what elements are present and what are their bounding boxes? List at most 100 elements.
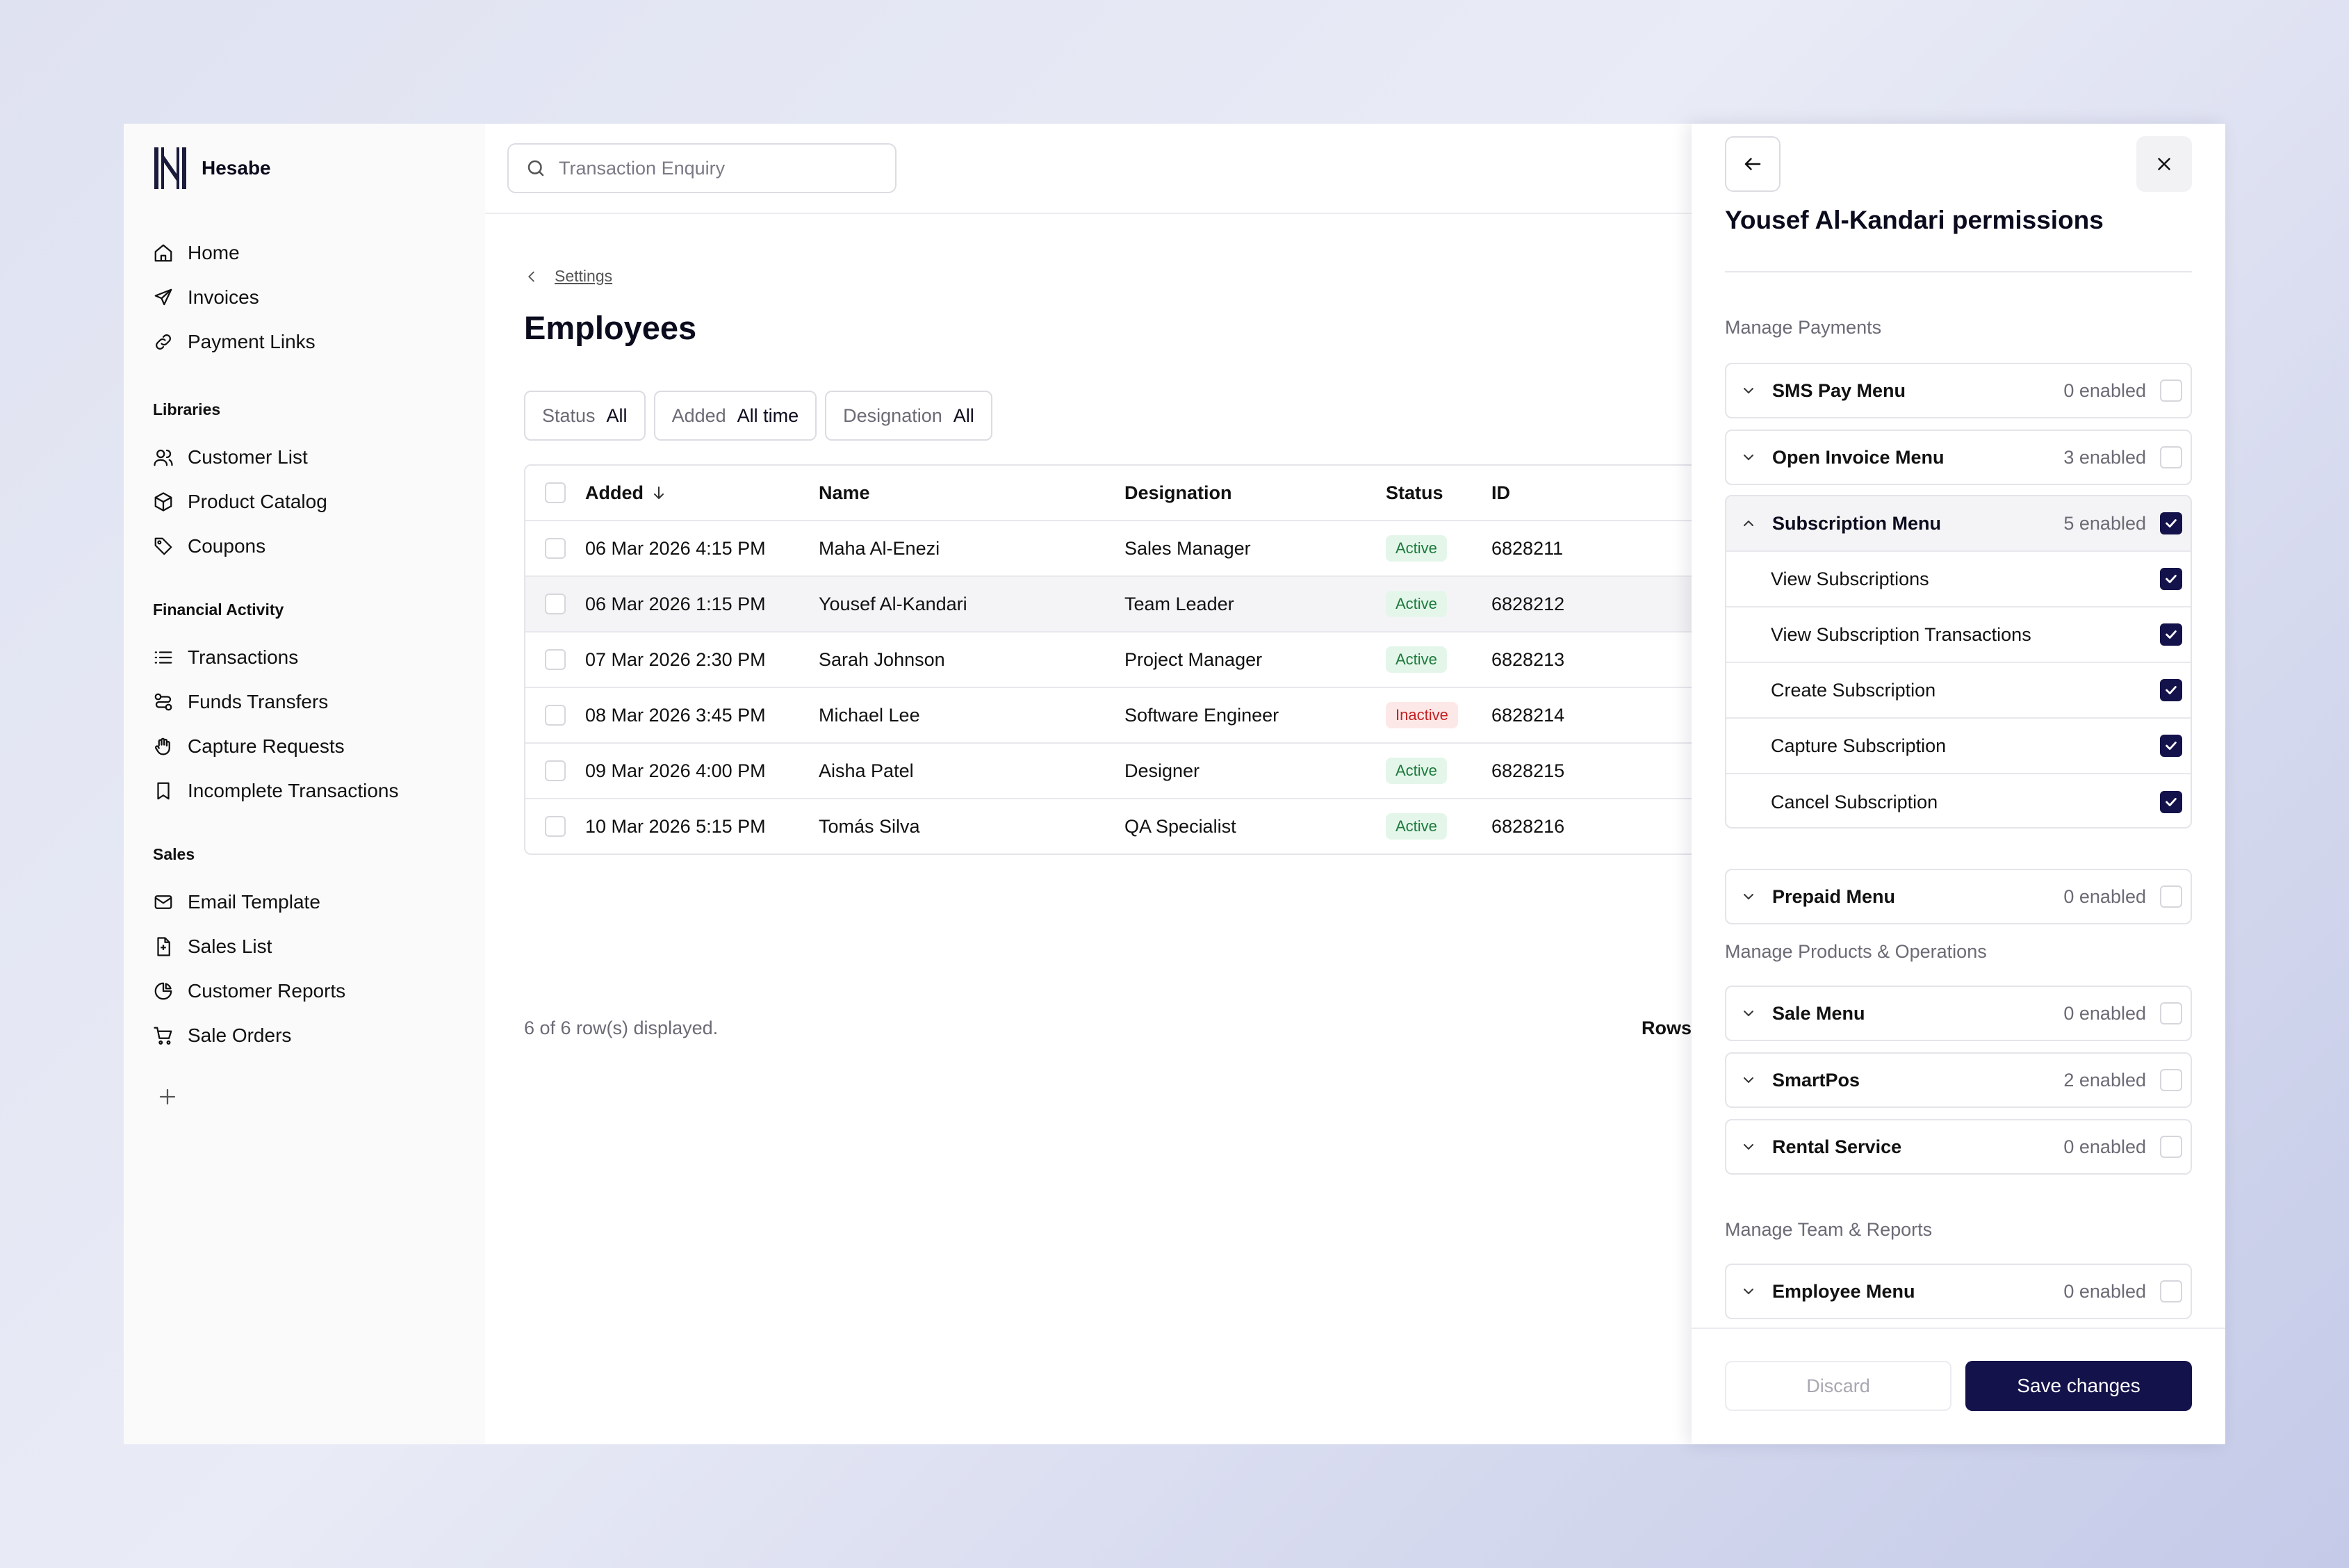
- permission-checkbox[interactable]: [2160, 379, 2182, 402]
- permission-sale-menu[interactable]: Sale Menu 0 enabled: [1725, 986, 2192, 1041]
- table-row[interactable]: 06 Mar 2026 4:15 PM Maha Al-Enezi Sales …: [525, 520, 1843, 575]
- search-input[interactable]: [559, 157, 878, 179]
- chevron-left-icon[interactable]: [524, 269, 539, 284]
- brand[interactable]: Hesabe: [153, 146, 271, 190]
- send-icon: [154, 288, 172, 306]
- breadcrumb-settings-link[interactable]: Settings: [555, 267, 612, 286]
- permission-count: 5 enabled: [2063, 512, 2146, 534]
- filter-designation[interactable]: Designation All: [825, 391, 992, 441]
- save-changes-button[interactable]: Save changes: [1965, 1361, 2192, 1411]
- status-badge: Active: [1386, 646, 1447, 673]
- row-checkbox[interactable]: [545, 705, 566, 726]
- nav-item-payment-links[interactable]: Payment Links: [153, 320, 316, 364]
- add-icon[interactable]: [157, 1086, 178, 1107]
- permission-prepaid-menu[interactable]: Prepaid Menu 0 enabled: [1725, 869, 2192, 924]
- nav-item-product-catalog[interactable]: Product Catalog: [153, 480, 327, 524]
- row-checkbox[interactable]: [545, 760, 566, 781]
- sub-permission-name: Create Subscription: [1771, 679, 1936, 701]
- close-icon: [2158, 158, 2170, 170]
- nav-item-customer-list[interactable]: Customer List: [153, 435, 327, 480]
- column-header-designation[interactable]: Designation: [1124, 482, 1386, 504]
- table-row[interactable]: 08 Mar 2026 3:45 PM Michael Lee Software…: [525, 687, 1843, 742]
- cart-icon: [154, 1027, 172, 1045]
- permission-rental-service[interactable]: Rental Service 0 enabled: [1725, 1119, 2192, 1175]
- filter-label: Designation: [843, 405, 942, 426]
- nav-item-email-template[interactable]: Email Template: [153, 880, 345, 924]
- sub-permission-checkbox[interactable]: [2160, 679, 2182, 701]
- column-header-name[interactable]: Name: [819, 482, 1124, 504]
- column-header-status[interactable]: Status: [1386, 482, 1491, 504]
- sub-permission-checkbox[interactable]: [2160, 791, 2182, 813]
- cell-id: 6828214: [1491, 704, 1565, 726]
- nav-item-home[interactable]: Home: [153, 231, 316, 275]
- permission-count: 3 enabled: [2063, 446, 2146, 468]
- column-header-id[interactable]: ID: [1491, 482, 1700, 504]
- sub-permission-checkbox[interactable]: [2160, 568, 2182, 590]
- nav-item-coupons[interactable]: Coupons: [153, 524, 327, 569]
- permission-checkbox[interactable]: [2160, 1069, 2182, 1091]
- permission-checkbox[interactable]: [2160, 512, 2182, 534]
- permission-name: Open Invoice Menu: [1772, 446, 1945, 468]
- row-checkbox[interactable]: [545, 594, 566, 614]
- sub-permission-name: Capture Subscription: [1771, 735, 1947, 756]
- select-all-checkbox[interactable]: [545, 482, 566, 503]
- column-header-added[interactable]: Added: [585, 482, 819, 504]
- permission-checkbox[interactable]: [2160, 1002, 2182, 1024]
- chevron-down-icon: [1744, 388, 1753, 394]
- sub-permission-item[interactable]: Create Subscription: [1726, 663, 2191, 719]
- table-row[interactable]: 09 Mar 2026 4:00 PM Aisha Patel Designer…: [525, 742, 1843, 798]
- sub-permission-checkbox[interactable]: [2160, 623, 2182, 646]
- sub-permission-checkbox[interactable]: [2160, 735, 2182, 757]
- permission-checkbox[interactable]: [2160, 1136, 2182, 1158]
- nav-item-sale-orders[interactable]: Sale Orders: [153, 1013, 345, 1058]
- file-icon: [157, 937, 170, 956]
- nav-libraries: Libraries Customer List Product Catalog …: [153, 399, 327, 569]
- row-checkbox[interactable]: [545, 649, 566, 670]
- table-row[interactable]: 10 Mar 2026 5:15 PM Tomás Silva QA Speci…: [525, 798, 1843, 854]
- nav-item-label: Transactions: [188, 646, 299, 668]
- row-checkbox[interactable]: [545, 538, 566, 559]
- chevron-down-icon: [1744, 1077, 1753, 1084]
- permission-checkbox[interactable]: [2160, 885, 2182, 908]
- nav-item-sales-list[interactable]: Sales List: [153, 924, 345, 969]
- nav-item-funds-transfers[interactable]: Funds Transfers: [153, 680, 399, 724]
- sub-permission-item[interactable]: Capture Subscription: [1726, 719, 2191, 774]
- permission-smartpos[interactable]: SmartPos 2 enabled: [1725, 1052, 2192, 1108]
- permission-group-header[interactable]: Subscription Menu 5 enabled: [1726, 496, 2191, 552]
- home-icon: [154, 244, 172, 262]
- nav-item-invoices[interactable]: Invoices: [153, 275, 316, 320]
- nav-item-capture-requests[interactable]: Capture Requests: [153, 724, 399, 769]
- search-box[interactable]: [507, 143, 897, 193]
- status-badge: Inactive: [1386, 702, 1458, 728]
- permission-sms-pay-menu[interactable]: SMS Pay Menu 0 enabled: [1725, 363, 2192, 418]
- permission-open-invoice-menu[interactable]: Open Invoice Menu 3 enabled: [1725, 430, 2192, 485]
- bookmark-icon: [157, 782, 170, 800]
- sub-permission-item[interactable]: View Subscription Transactions: [1726, 607, 2191, 663]
- cell-designation: Project Manager: [1124, 648, 1263, 670]
- nav-item-incomplete-transactions[interactable]: Incomplete Transactions: [153, 769, 399, 813]
- permission-checkbox[interactable]: [2160, 446, 2182, 468]
- nav-item-transactions[interactable]: Transactions: [153, 635, 399, 680]
- discard-button[interactable]: Discard: [1725, 1361, 1951, 1411]
- close-button[interactable]: [2136, 136, 2192, 192]
- nav-item-label: Email Template: [188, 891, 320, 913]
- filter-status[interactable]: Status All: [524, 391, 646, 441]
- filter-added[interactable]: Added All time: [653, 391, 817, 441]
- filter-value: All time: [737, 405, 799, 426]
- panel-footer: Discard Save changes: [1692, 1328, 2225, 1444]
- sub-permission-item[interactable]: Cancel Subscription: [1726, 774, 2191, 827]
- nav-item-customer-reports[interactable]: Customer Reports: [153, 969, 345, 1013]
- permission-name: SmartPos: [1772, 1069, 1860, 1091]
- cell-name: Michael Lee: [819, 704, 920, 726]
- table-row[interactable]: 06 Mar 2026 1:15 PM Yousef Al-Kandari Te…: [525, 575, 1843, 631]
- cell-name: Aisha Patel: [819, 760, 914, 781]
- permission-employee-menu[interactable]: Employee Menu 0 enabled: [1725, 1264, 2192, 1319]
- permission-name: Rental Service: [1772, 1136, 1902, 1157]
- row-checkbox[interactable]: [545, 816, 566, 837]
- nav-item-label: Sales List: [188, 936, 272, 957]
- brand-name: Hesabe: [202, 157, 271, 179]
- table-row[interactable]: 07 Mar 2026 2:30 PM Sarah Johnson Projec…: [525, 631, 1843, 687]
- back-button[interactable]: [1725, 136, 1781, 192]
- permission-checkbox[interactable]: [2160, 1280, 2182, 1302]
- sub-permission-item[interactable]: View Subscriptions: [1726, 552, 2191, 607]
